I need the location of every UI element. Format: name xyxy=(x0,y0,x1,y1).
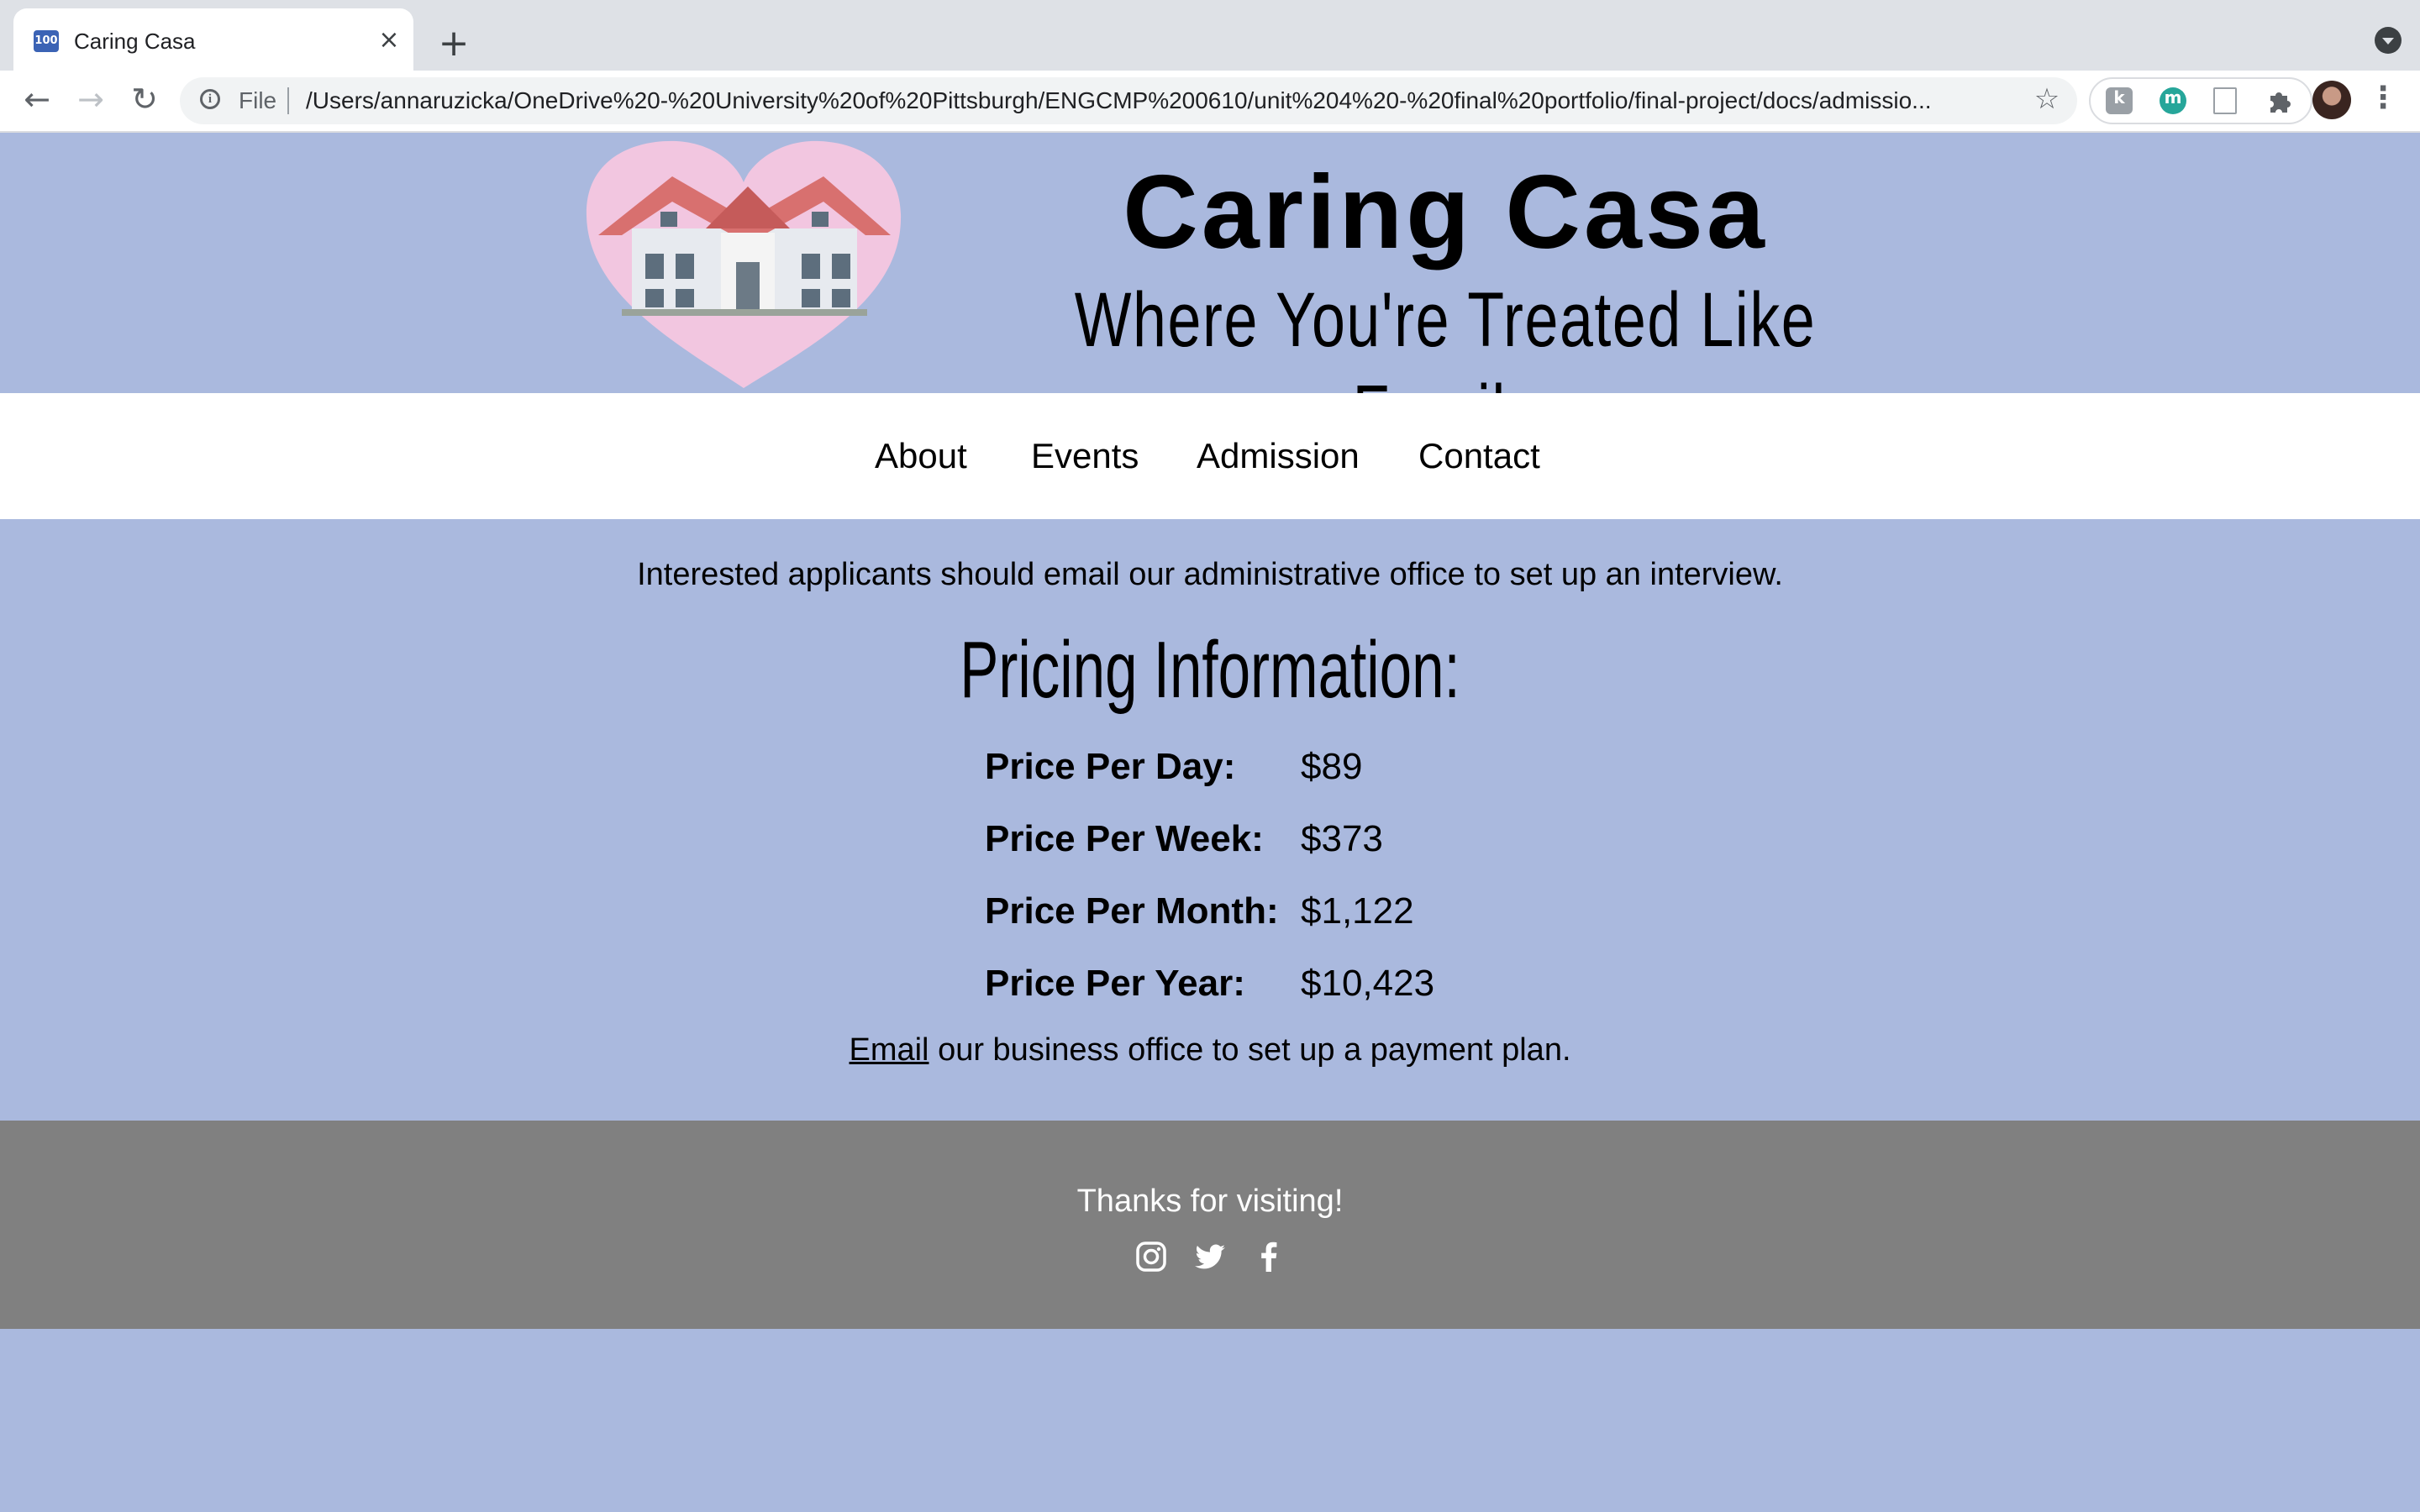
price-value-year: $10,423 xyxy=(1301,963,1435,1004)
kami-extension-icon[interactable]: k xyxy=(2106,87,2133,114)
payment-plan-rest: our business office to set up a payment … xyxy=(929,1032,1571,1068)
twitter-icon[interactable] xyxy=(1192,1238,1228,1275)
site-header: Caring Casa Where You're Treated Like Fa… xyxy=(0,133,2420,455)
reload-icon[interactable]: ↻ xyxy=(124,81,165,121)
nav-about-link[interactable]: About xyxy=(875,433,967,479)
address-bar[interactable]: i File /Users/annaruzicka/OneDrive%20-%2… xyxy=(180,77,2077,124)
email-link[interactable]: Email xyxy=(849,1032,929,1068)
price-value-month: $1,122 xyxy=(1301,890,1414,932)
document-extension-icon[interactable] xyxy=(2213,87,2237,114)
profile-avatar[interactable] xyxy=(2312,81,2351,119)
bookmark-star-icon[interactable]: ☆ xyxy=(2028,82,2065,119)
footer-thanks: Thanks for visiting! xyxy=(1076,1184,1344,1219)
omnibox-divider xyxy=(287,87,289,114)
tab-title: Caring Casa xyxy=(74,29,196,54)
browser-menu-icon[interactable]: ⋮ xyxy=(2368,81,2398,121)
price-value-day: $89 xyxy=(1301,746,1363,787)
nav-contact-link[interactable]: Contact xyxy=(1418,433,1540,479)
nav-admission-link[interactable]: Admission xyxy=(1197,433,1360,479)
browser-tabstrip: 100 Caring Casa × + xyxy=(0,0,2420,71)
browser-tab[interactable]: 100 Caring Casa × xyxy=(13,8,413,71)
close-tab-icon[interactable]: × xyxy=(373,25,405,57)
extensions-group: k m xyxy=(2089,77,2312,124)
intro-text: Interested applicants should email our a… xyxy=(637,557,1783,592)
main-nav: About Events Admission Contact xyxy=(0,393,2420,519)
scheme-label: File xyxy=(239,87,277,113)
site-footer: Thanks for visiting! xyxy=(0,1121,2420,1329)
price-value-week: $373 xyxy=(1301,818,1383,859)
forward-icon[interactable]: → xyxy=(71,81,111,121)
admission-content: Interested applicants should email our a… xyxy=(0,519,2420,1121)
favicon-icon: 100 xyxy=(34,30,59,52)
url-text[interactable]: /Users/annaruzicka/OneDrive%20-%20Univer… xyxy=(306,85,1936,117)
house-heart-logo[interactable] xyxy=(580,136,908,388)
price-label-month: Price Per Month: xyxy=(985,890,1279,932)
new-tab-icon[interactable]: + xyxy=(434,22,474,65)
back-icon[interactable]: ← xyxy=(17,81,57,121)
puzzle-extensions-icon[interactable] xyxy=(2265,87,2292,114)
price-label-day: Price Per Day: xyxy=(985,746,1236,787)
tab-search-icon[interactable] xyxy=(2375,27,2402,54)
web-page: Caring Casa Where You're Treated Like Fa… xyxy=(0,133,2420,1512)
nav-events-link[interactable]: Events xyxy=(1031,433,1139,479)
site-title: Caring Casa xyxy=(1123,155,1768,270)
instagram-icon[interactable] xyxy=(1133,1238,1170,1275)
m-extension-icon[interactable]: m xyxy=(2160,87,2186,114)
price-label-year: Price Per Year: xyxy=(985,963,1245,1004)
page-bottom-area xyxy=(0,1329,2420,1512)
price-label-week: Price Per Week: xyxy=(985,818,1264,859)
browser-toolbar: ← → ↻ i File /Users/annaruzicka/OneDrive… xyxy=(0,71,2420,133)
info-icon[interactable]: i xyxy=(200,89,220,109)
facebook-icon[interactable] xyxy=(1250,1238,1287,1275)
pricing-heading: Pricing Information: xyxy=(960,625,1460,715)
payment-plan-text: Email our business office to set up a pa… xyxy=(0,1028,2420,1072)
